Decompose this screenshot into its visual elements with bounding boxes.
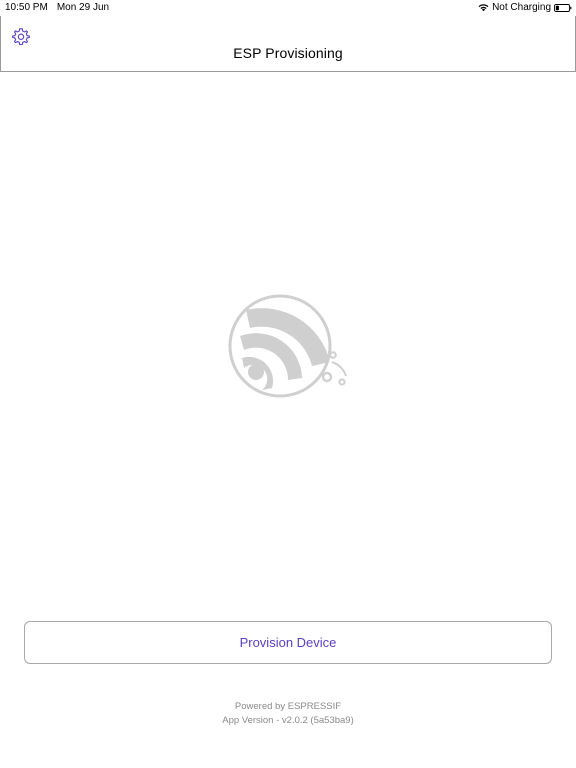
app-version-text: App Version - v2.0.2 (5a53ba9) bbox=[222, 715, 354, 726]
powered-by-text: Powered by ESPRESSIF bbox=[234, 701, 342, 712]
settings-button[interactable] bbox=[11, 27, 31, 47]
footer: Powered by ESPRESSIF App Version - v2.0.… bbox=[0, 700, 576, 728]
battery-level-fill bbox=[555, 5, 559, 10]
status-time: 10:50 PM bbox=[5, 2, 48, 13]
wifi-icon bbox=[478, 4, 489, 12]
status-date: Mon 29 Jun bbox=[56, 2, 110, 13]
status-right: Not Charging bbox=[478, 2, 572, 13]
app-screen: 10:50 PM Mon 29 Jun Not Charging ESP Pro… bbox=[0, 0, 576, 768]
espressif-logo bbox=[226, 292, 354, 400]
page-title: ESP Provisioning bbox=[233, 45, 343, 61]
provision-device-button[interactable]: Provision Device bbox=[24, 621, 552, 664]
status-bar: 10:50 PM Mon 29 Jun Not Charging bbox=[0, 0, 576, 16]
navigation-bar bbox=[0, 16, 576, 72]
status-left: 10:50 PM Mon 29 Jun bbox=[5, 2, 109, 13]
espressif-logo-icon bbox=[228, 294, 347, 398]
provision-device-label: Provision Device bbox=[239, 635, 337, 650]
battery-icon bbox=[554, 3, 572, 12]
battery-status-text: Not Charging bbox=[492, 2, 551, 13]
gear-icon bbox=[12, 28, 30, 46]
